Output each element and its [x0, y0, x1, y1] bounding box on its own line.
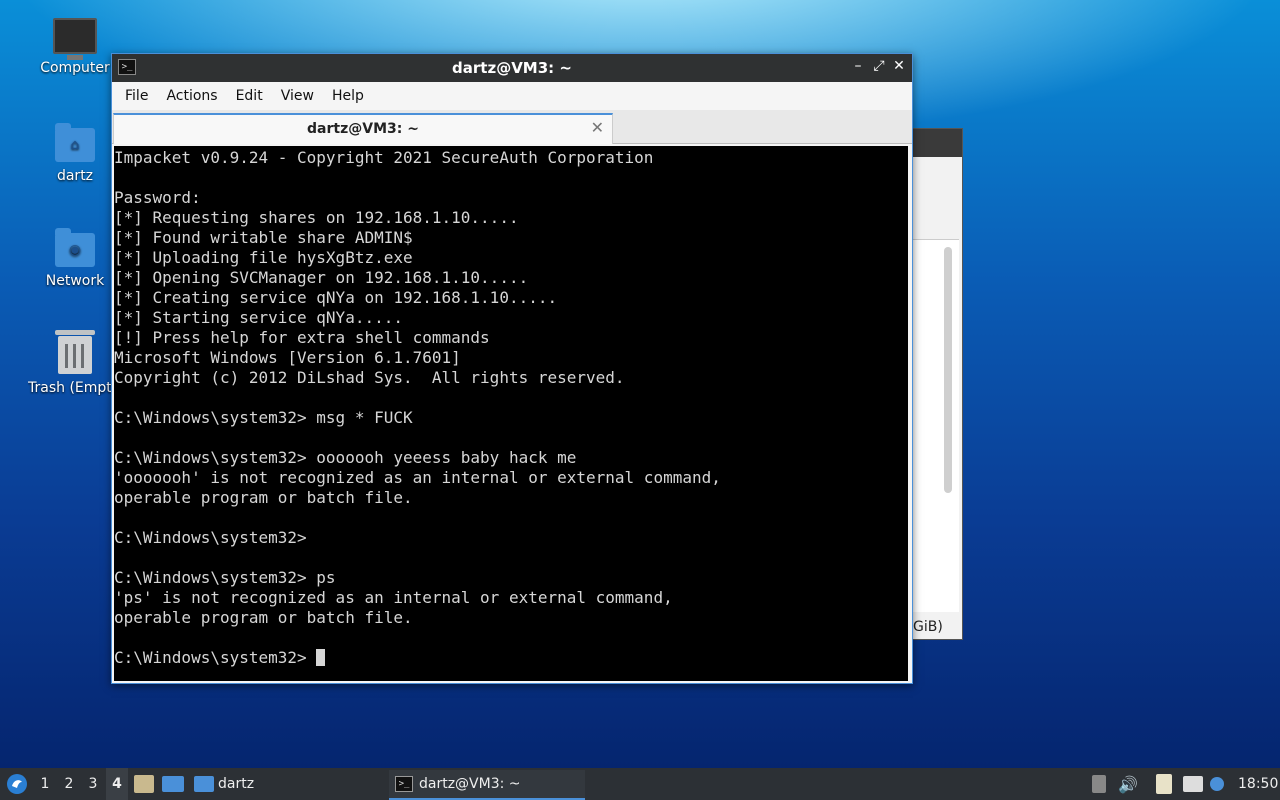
menu-actions[interactable]: Actions: [157, 88, 226, 104]
computer-icon: [53, 18, 97, 60]
network-folder-icon: ◉: [55, 228, 95, 267]
folder-icon: [194, 776, 214, 792]
terminal-cursor: [316, 649, 326, 666]
workspace-3[interactable]: 3: [82, 768, 104, 800]
titlebar[interactable]: >_ dartz@VM3: ~ – ⤢ ✕: [112, 54, 912, 82]
tray-arrow[interactable]: [1092, 768, 1106, 800]
tab-terminal[interactable]: dartz@VM3: ~ ✕: [113, 113, 613, 144]
background-window-scrollbar[interactable]: [944, 247, 952, 493]
menu-file[interactable]: File: [116, 88, 157, 104]
tab-label: dartz@VM3: ~: [307, 121, 419, 137]
network-button[interactable]: [1183, 768, 1203, 800]
maximize-button[interactable]: ⤢: [871, 58, 887, 76]
file-manager-icon: [134, 775, 154, 793]
network-icon: [1183, 776, 1203, 792]
desktop-icon-label: Trash (Empty): [28, 380, 112, 396]
notification-button[interactable]: [1210, 768, 1224, 800]
folder-launcher-label: dartz: [218, 776, 255, 792]
background-window-content: [913, 239, 959, 612]
workspace-2[interactable]: 2: [58, 768, 80, 800]
background-window-titlebar[interactable]: [913, 129, 962, 157]
terminal-output[interactable]: Impacket v0.9.24 - Copyright 2021 Secure…: [114, 146, 908, 681]
workspace-4[interactable]: 4: [106, 768, 128, 800]
menubar: File Actions Edit View Help: [112, 82, 912, 110]
workspace-1[interactable]: 1: [34, 768, 56, 800]
window-title: dartz@VM3: ~: [452, 59, 572, 77]
tab-bar: dartz@VM3: ~ ✕: [112, 110, 912, 144]
terminal-text: Impacket v0.9.24 - Copyright 2021 Secure…: [114, 148, 721, 667]
file-manager-launcher[interactable]: [134, 768, 154, 800]
app-menu-icon: [7, 774, 27, 794]
trash-icon: [55, 330, 95, 374]
desktop-icon: [162, 776, 184, 792]
menu-help[interactable]: Help: [323, 88, 373, 104]
folder-launcher[interactable]: dartz: [194, 768, 254, 800]
background-window-text: GiB): [913, 619, 943, 635]
tab-close-icon[interactable]: ✕: [591, 118, 604, 137]
terminal-prompt: C:\Windows\system32>: [114, 648, 317, 667]
volume-icon: 🔊: [1118, 774, 1138, 794]
menu-view[interactable]: View: [272, 88, 323, 104]
clipboard-icon: [1156, 774, 1172, 794]
taskbar-task-terminal[interactable]: >_ dartz@VM3: ~: [389, 770, 585, 800]
task-label: dartz@VM3: ~: [419, 776, 521, 792]
clipboard-button[interactable]: [1156, 768, 1172, 800]
menu-edit[interactable]: Edit: [227, 88, 272, 104]
terminal-window[interactable]: >_ dartz@VM3: ~ – ⤢ ✕ File Actions Edit …: [111, 53, 913, 684]
close-button[interactable]: ✕: [891, 58, 907, 76]
home-folder-icon: ⌂: [55, 123, 95, 162]
show-desktop-launcher[interactable]: [162, 768, 184, 800]
background-window[interactable]: GiB): [912, 128, 963, 640]
terminal-task-icon: >_: [395, 776, 413, 792]
minimize-button[interactable]: –: [850, 58, 866, 76]
tray-up-icon: [1092, 775, 1106, 793]
volume-button[interactable]: 🔊: [1118, 768, 1138, 800]
info-icon: [1210, 777, 1224, 791]
clock[interactable]: 18:50: [1238, 768, 1278, 800]
taskbar: 1 2 3 4 dartz >_ dartz@VM3: ~ 🔊 18:50: [0, 768, 1280, 800]
app-menu-button[interactable]: [4, 768, 30, 800]
